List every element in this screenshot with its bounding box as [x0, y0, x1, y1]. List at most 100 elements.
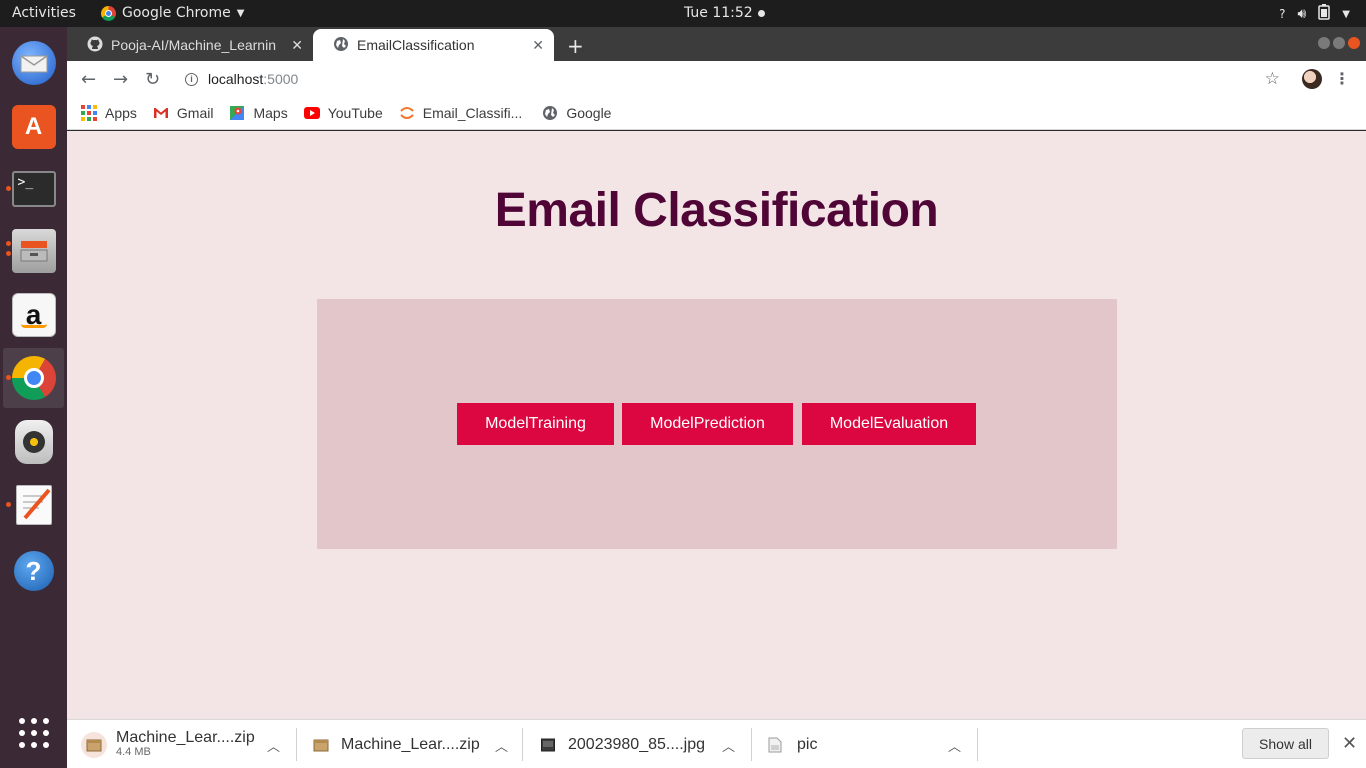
activities-button[interactable]: Activities	[12, 5, 76, 21]
download-item[interactable]: pic ︿	[768, 720, 978, 768]
download-filename: Machine_Lear....zip	[116, 728, 255, 746]
dock-text-editor[interactable]	[3, 475, 64, 535]
jupyter-icon	[399, 105, 415, 121]
bookmark-maps[interactable]: Maps	[229, 105, 288, 121]
new-tab-button[interactable]: +	[567, 34, 584, 58]
divider	[977, 728, 978, 761]
files-icon	[11, 229, 56, 273]
notification-dot-icon	[757, 9, 765, 17]
tab-title: Pooja-AI/Machine_Learnin	[111, 37, 276, 53]
info-icon[interactable]: i	[185, 72, 198, 86]
zip-file-icon	[313, 738, 329, 752]
downloads-bar: Machine_Lear....zip 4.4 MB ︿ Machine_Lea…	[67, 719, 1366, 768]
url-host: localhost	[208, 71, 264, 87]
bookmark-label: Google	[566, 105, 612, 121]
amazon-icon: a	[11, 293, 56, 337]
running-indicator	[6, 241, 11, 246]
bookmark-label: YouTube	[327, 105, 383, 121]
menu-arrow-icon[interactable]: ▼	[1342, 9, 1350, 20]
apps-icon	[81, 105, 97, 121]
download-filename: pic	[797, 735, 818, 753]
close-icon[interactable]: ✕	[1342, 733, 1357, 754]
close-icon[interactable]: ✕	[532, 37, 544, 54]
chevron-up-icon[interactable]: ︿	[722, 736, 735, 755]
forward-arrow-icon[interactable]: →	[113, 69, 128, 90]
page-title: Email Classification	[494, 184, 939, 237]
download-item[interactable]: Machine_Lear....zip ︿	[313, 720, 523, 768]
maximize-icon[interactable]	[1333, 37, 1345, 49]
dock-terminal[interactable]: >_	[3, 159, 64, 219]
running-indicator	[6, 502, 11, 507]
dock-thunderbird[interactable]	[3, 33, 64, 93]
back-arrow-icon[interactable]: ←	[81, 69, 96, 90]
minimize-icon[interactable]	[1318, 37, 1330, 49]
app-menu[interactable]: Google Chrome ▼	[101, 5, 244, 21]
volume-icon[interactable]: 🔊︎	[1297, 6, 1306, 22]
window-controls	[1318, 37, 1360, 49]
dock-rhythmbox[interactable]	[3, 412, 64, 472]
chevron-up-icon[interactable]: ︿	[948, 736, 961, 755]
bookmark-google[interactable]: Google	[542, 105, 611, 121]
dock: A >_ a ?	[0, 27, 67, 768]
dock-files[interactable]	[3, 221, 64, 281]
more-menu-icon[interactable]: ⋮	[1334, 69, 1350, 88]
download-filename: 20023980_85....jpg	[568, 735, 706, 753]
page-content: Email Classification ModelTraining Model…	[67, 131, 1366, 719]
clock-label: Tue 11:52	[684, 5, 753, 21]
tab-github[interactable]: Pooja-AI/Machine_Learnin ✕	[67, 29, 313, 61]
tab-email-classification[interactable]: EmailClassification ✕	[313, 29, 554, 61]
youtube-icon	[303, 105, 320, 121]
download-filename: Machine_Lear....zip	[341, 735, 480, 753]
dock-help[interactable]: ?	[3, 541, 64, 601]
download-item[interactable]: 20023980_85....jpg ︿	[541, 720, 751, 768]
divider	[751, 728, 752, 761]
text-editor-icon	[15, 485, 52, 525]
show-all-button[interactable]: Show all	[1242, 728, 1329, 759]
model-prediction-button[interactable]: ModelPrediction	[622, 403, 793, 445]
bookmark-email-classifier[interactable]: Email_Classifi...	[399, 105, 523, 121]
bookmark-gmail[interactable]: Gmail	[153, 105, 214, 121]
download-item[interactable]: Machine_Lear....zip 4.4 MB ︿	[81, 720, 291, 768]
thunderbird-icon	[11, 41, 56, 85]
software-center-icon: A	[11, 105, 56, 149]
bookmark-star-icon[interactable]: ☆	[1265, 69, 1280, 89]
address-bar[interactable]: i localhost:5000	[185, 68, 298, 90]
download-size: 4.4 MB	[116, 745, 151, 758]
bookmark-label: Apps	[105, 105, 137, 121]
running-indicator	[6, 186, 11, 191]
dock-show-apps[interactable]	[3, 703, 64, 763]
bookmark-apps[interactable]: Apps	[81, 105, 137, 121]
tab-title: EmailClassification	[357, 37, 475, 53]
rhythmbox-icon	[14, 420, 53, 464]
terminal-icon: >_	[11, 171, 56, 207]
bookmark-label: Gmail	[176, 105, 214, 121]
chrome-icon	[11, 356, 56, 400]
bookmark-label: Email_Classifi...	[422, 105, 523, 121]
close-window-icon[interactable]	[1348, 37, 1360, 49]
model-evaluation-button[interactable]: ModelEvaluation	[802, 403, 976, 445]
dock-chrome[interactable]	[3, 348, 64, 408]
divider	[522, 728, 523, 761]
model-training-button[interactable]: ModelTraining	[457, 403, 614, 445]
system-top-bar: Activities Google Chrome ▼ Tue 11:52 ? 🔊…	[0, 0, 1366, 27]
globe-icon	[542, 105, 558, 121]
image-file-icon	[541, 738, 555, 752]
tab-strip: Pooja-AI/Machine_Learnin ✕ EmailClassifi…	[67, 27, 1366, 61]
system-tray[interactable]: ? 🔊︎ ▼	[1279, 4, 1350, 24]
chevron-up-icon[interactable]: ︿	[267, 736, 280, 755]
dock-software-center[interactable]: A	[3, 97, 64, 157]
battery-icon[interactable]	[1318, 4, 1331, 24]
clock[interactable]: Tue 11:52	[684, 5, 765, 21]
close-icon[interactable]: ✕	[291, 37, 303, 54]
chevron-down-icon: ▼	[236, 7, 245, 19]
reload-icon[interactable]: ↻	[145, 69, 160, 90]
profile-avatar[interactable]	[1302, 69, 1322, 89]
globe-icon	[333, 36, 349, 55]
divider	[296, 728, 297, 761]
show-apps-icon	[18, 718, 49, 748]
help-icon[interactable]: ?	[1279, 7, 1285, 21]
bookmarks-bar: Apps Gmail Maps YouTube Email_Classifi..…	[67, 97, 1366, 130]
chevron-up-icon[interactable]: ︿	[495, 736, 508, 755]
dock-amazon[interactable]: a	[3, 285, 64, 345]
bookmark-youtube[interactable]: YouTube	[303, 105, 383, 121]
